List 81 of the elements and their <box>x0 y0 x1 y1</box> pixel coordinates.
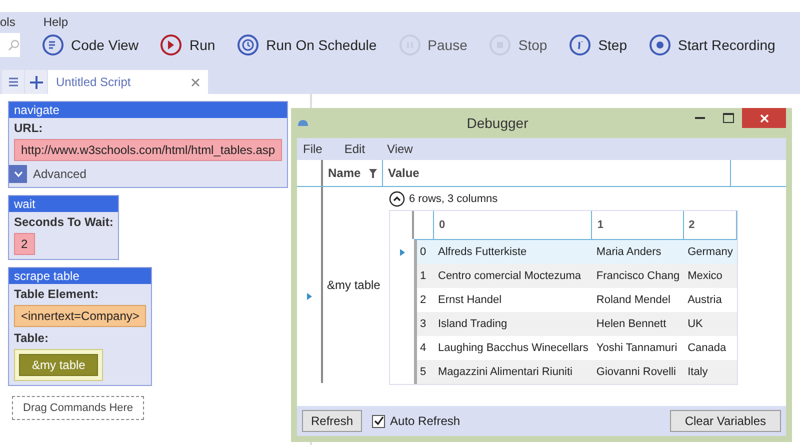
table-cell: Germany <box>684 240 737 264</box>
record-icon <box>649 34 671 56</box>
table-cell: Alfreds Futterkiste <box>434 240 592 264</box>
clear-variables-button[interactable]: Clear Variables <box>670 410 781 432</box>
row-index: 1 <box>414 264 434 288</box>
command-title: navigate <box>9 102 288 118</box>
command-title: wait <box>9 196 118 212</box>
chevron-icon <box>14 171 22 177</box>
table-cell: Italy <box>684 360 737 384</box>
row-index: 5 <box>414 360 434 384</box>
table-cell: UK <box>684 312 737 336</box>
plus-icon <box>30 76 42 88</box>
toolbar-button[interactable]: Run <box>160 34 216 56</box>
variable-name: &my table <box>321 187 383 383</box>
checkbox[interactable] <box>372 414 386 428</box>
command-block[interactable]: scrape table Table Element: <innertext=Company> Table: &my table <box>8 267 152 386</box>
checkbox-label: Auto Refresh <box>390 414 460 428</box>
row-index: 3 <box>414 312 434 336</box>
close-icon[interactable] <box>191 78 200 86</box>
command-block[interactable]: wait Seconds To Wait: 2 <box>8 195 120 260</box>
table-cell-text: Laughing Bacchus Winecellars <box>437 341 590 356</box>
table-cell: Centro comercial Moctezuma <box>434 264 592 288</box>
table-cell-text: Austria <box>686 293 723 308</box>
chevron-icon <box>389 191 405 207</box>
menu-item[interactable]: File <box>303 142 322 156</box>
menu-item[interactable]: Edit <box>344 142 366 156</box>
field-label: Table: <box>14 331 48 345</box>
script-tab[interactable]: Untitled Script <box>48 70 208 94</box>
table-cell: Helen Bennett <box>592 312 684 336</box>
refresh-button[interactable]: Refresh <box>302 410 362 432</box>
clock-icon <box>237 34 260 56</box>
menu-item[interactable]: ols <box>0 15 16 31</box>
close-button[interactable] <box>742 108 786 128</box>
element-field[interactable]: <innertext=Company> <box>14 305 146 327</box>
table-cell: Island Trading <box>434 312 592 336</box>
row-index: 0 <box>414 240 434 264</box>
check-icon <box>374 416 384 426</box>
drop-zone: Drag Commands Here <box>12 396 144 420</box>
column-header[interactable]: Name <box>328 166 361 180</box>
toolbar-button[interactable]: Run On Schedule <box>237 34 377 56</box>
table-summary: 6 rows, 3 columns <box>409 193 498 205</box>
table-cell: Francisco Chang <box>592 264 684 288</box>
search-icon <box>8 39 20 52</box>
menu-icon <box>8 77 18 87</box>
toolbar-button[interactable]: Step <box>569 34 627 56</box>
variable-chip[interactable]: &my table <box>19 354 98 376</box>
list-icon <box>42 34 64 56</box>
command-block[interactable]: navigate URL: http://www.w3schools.com/html/html_tables.asp Advanced <box>8 101 288 188</box>
input-field[interactable]: 2 <box>14 233 35 255</box>
row-marker-icon <box>400 248 404 256</box>
field-label: Table Element: <box>14 287 98 301</box>
table-cell: Giovanni Rovelli <box>592 360 684 384</box>
menu-item[interactable]: View <box>387 142 413 156</box>
table-cell: Mexico <box>684 264 737 288</box>
input-field[interactable]: http://www.w3schools.com/html/html_tables.asp <box>14 139 282 161</box>
command-title: scrape table <box>9 268 152 284</box>
table-cell: Maria Anders <box>592 240 684 264</box>
toolbar-button[interactable]: Start Recording <box>649 34 776 56</box>
field-label: URL: <box>14 121 43 135</box>
column-header[interactable]: Value <box>388 166 420 180</box>
filter-icon[interactable] <box>369 168 377 178</box>
advanced-label: Advanced <box>33 167 86 181</box>
table-cell-text: Ernst Handel <box>437 293 503 308</box>
row-marker-icon <box>306 293 312 300</box>
table-cell-text: Roland Mendel <box>595 293 672 308</box>
search-field[interactable] <box>0 33 20 58</box>
table-cell: Magazzini Alimentari Riuniti <box>434 360 592 384</box>
menu-item[interactable]: Help <box>43 15 68 31</box>
table-cell-text: Canada <box>686 341 728 356</box>
field-label: Seconds To Wait: <box>14 215 114 229</box>
toolbar-button[interactable]: Code View <box>42 34 138 56</box>
close-icon <box>760 114 768 122</box>
add-tab-button[interactable] <box>25 70 47 94</box>
expand-button[interactable] <box>9 165 27 183</box>
play-icon <box>160 34 182 56</box>
minimize-icon <box>695 117 705 119</box>
collapse-button[interactable] <box>389 191 405 207</box>
window-title: Debugger <box>466 115 530 131</box>
table-cell-text: Yoshi Tannamuri <box>595 341 678 356</box>
maximize-icon <box>722 113 734 123</box>
menu-button[interactable] <box>2 70 24 94</box>
